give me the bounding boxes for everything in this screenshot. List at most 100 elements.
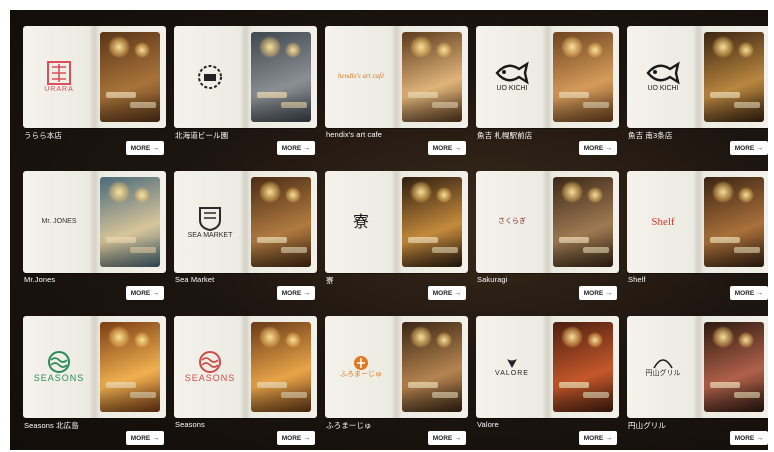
restaurant-name: Shelf <box>628 275 646 284</box>
restaurant-name: Seasons 北広島 <box>24 421 79 430</box>
restaurant-logo: Mr. JONES <box>26 174 92 270</box>
arrow-right-icon: → <box>454 289 462 297</box>
restaurant-name: Mr.Jones <box>24 275 56 284</box>
more-button[interactable]: MORE → <box>126 141 164 155</box>
restaurant-name: うらら本店 <box>24 131 62 140</box>
more-label: MORE <box>130 289 151 297</box>
restaurant-book[interactable]: 寮 <box>325 171 468 273</box>
more-button[interactable]: MORE → <box>428 141 466 155</box>
restaurant-book[interactable]: SEASONS <box>23 316 166 418</box>
restaurant-photo <box>402 322 462 412</box>
restaurant-card-15: 円山グリル 円山グリル MORE → <box>627 316 768 450</box>
restaurant-photo <box>553 177 613 267</box>
restaurant-name: 円山グリル <box>628 421 666 430</box>
restaurant-book[interactable]: URARA <box>23 26 166 128</box>
arrow-right-icon: → <box>454 144 462 152</box>
restaurant-logo: さくらぎ <box>479 174 545 270</box>
restaurant-photo <box>553 32 613 122</box>
restaurant-photo <box>251 32 311 122</box>
more-label: MORE <box>130 144 151 152</box>
arrow-right-icon: → <box>756 434 764 442</box>
restaurant-book[interactable]: Mr. JONES <box>23 171 166 273</box>
more-button[interactable]: MORE → <box>277 286 315 300</box>
restaurant-logo: UO KICHI <box>630 29 696 125</box>
more-button[interactable]: MORE → <box>277 141 315 155</box>
restaurant-card-11: SEASONS Seasons 北広島 MORE → <box>23 316 166 450</box>
restaurant-logo: VALORE <box>479 319 545 415</box>
restaurant-grid: URARA うらら本店 MORE → 北海道ビール園 MORE → hendix… <box>23 26 768 450</box>
more-button[interactable]: MORE → <box>428 431 466 445</box>
restaurant-card-3: hendix's art café hendix's art cafe MORE… <box>325 26 468 162</box>
restaurant-book[interactable]: 円山グリル <box>627 316 768 418</box>
restaurant-photo <box>704 322 764 412</box>
restaurant-book[interactable]: ふろまーじゅ <box>325 316 468 418</box>
restaurant-name: 北海道ビール園 <box>175 131 229 140</box>
more-button[interactable]: MORE → <box>730 431 768 445</box>
restaurant-logo-text: Mr. JONES <box>41 218 77 226</box>
restaurant-logo: SEA MARKET <box>177 174 243 270</box>
restaurant-logo-text: 寮 <box>352 212 369 232</box>
more-label: MORE <box>432 434 453 442</box>
restaurant-photo <box>100 322 160 412</box>
restaurant-book[interactable]: SEASONS <box>174 316 317 418</box>
more-label: MORE <box>432 289 453 297</box>
more-button[interactable]: MORE → <box>579 141 617 155</box>
restaurant-logo-text: VALORE <box>495 370 529 378</box>
restaurant-name: Sea Market <box>175 275 215 284</box>
restaurant-logo <box>177 29 243 125</box>
restaurant-book[interactable]: hendix's art café <box>325 26 468 128</box>
restaurant-photo <box>402 32 462 122</box>
more-button[interactable]: MORE → <box>126 286 164 300</box>
more-label: MORE <box>432 144 453 152</box>
restaurant-logo: URARA <box>26 29 92 125</box>
restaurant-name: 寮 <box>326 276 334 285</box>
restaurant-name: Seasons <box>175 420 205 429</box>
more-button[interactable]: MORE → <box>579 286 617 300</box>
restaurant-logo-text: Shelf <box>651 215 675 228</box>
more-button[interactable]: MORE → <box>579 431 617 445</box>
restaurant-photo <box>100 32 160 122</box>
more-label: MORE <box>583 434 604 442</box>
restaurant-book[interactable]: UO KICHI <box>627 26 768 128</box>
more-button[interactable]: MORE → <box>730 286 768 300</box>
restaurant-logo: UO KICHI <box>479 29 545 125</box>
restaurant-card-4: UO KICHI 魚吉 札幌駅前店 MORE → <box>476 26 619 162</box>
restaurant-card-10: Shelf Shelf MORE → <box>627 171 768 307</box>
more-button[interactable]: MORE → <box>428 286 466 300</box>
restaurant-name: 魚吉 札幌駅前店 <box>477 131 533 140</box>
restaurant-book[interactable]: SEA MARKET <box>174 171 317 273</box>
more-label: MORE <box>583 289 604 297</box>
restaurant-book[interactable]: Shelf <box>627 171 768 273</box>
restaurant-card-14: VALORE Valore MORE → <box>476 316 619 450</box>
restaurant-card-5: UO KICHI 魚吉 南3条店 MORE → <box>627 26 768 162</box>
restaurant-logo-text: ふろまーじゅ <box>340 371 382 379</box>
arrow-right-icon: → <box>303 434 311 442</box>
arrow-right-icon: → <box>152 434 160 442</box>
restaurant-logo: 円山グリル <box>630 319 696 415</box>
more-button[interactable]: MORE → <box>730 141 768 155</box>
more-label: MORE <box>583 144 604 152</box>
arrow-right-icon: → <box>605 144 613 152</box>
restaurant-book[interactable] <box>174 26 317 128</box>
restaurant-logo-text: SEA MARKET <box>187 232 233 240</box>
arrow-right-icon: → <box>756 289 764 297</box>
restaurant-card-2: 北海道ビール園 MORE → <box>174 26 317 162</box>
restaurant-card-12: SEASONS Seasons MORE → <box>174 316 317 450</box>
restaurant-logo: 寮 <box>328 174 394 270</box>
restaurant-logo: hendix's art café <box>328 29 394 125</box>
restaurant-logo-text: さくらぎ <box>498 218 526 226</box>
restaurant-book[interactable]: UO KICHI <box>476 26 619 128</box>
restaurant-book[interactable]: さくらぎ <box>476 171 619 273</box>
more-button[interactable]: MORE → <box>277 431 315 445</box>
more-label: MORE <box>734 144 755 152</box>
restaurant-card-7: SEA MARKET Sea Market MORE → <box>174 171 317 307</box>
restaurant-name: hendix's art cafe <box>326 130 383 139</box>
restaurant-book[interactable]: VALORE <box>476 316 619 418</box>
more-button[interactable]: MORE → <box>126 431 164 445</box>
restaurant-card-13: ふろまーじゅ ふろまーじゅ MORE → <box>325 316 468 450</box>
restaurant-logo: Shelf <box>630 174 696 270</box>
restaurant-photo <box>100 177 160 267</box>
restaurant-photo <box>402 177 462 267</box>
more-label: MORE <box>281 289 302 297</box>
arrow-right-icon: → <box>605 289 613 297</box>
